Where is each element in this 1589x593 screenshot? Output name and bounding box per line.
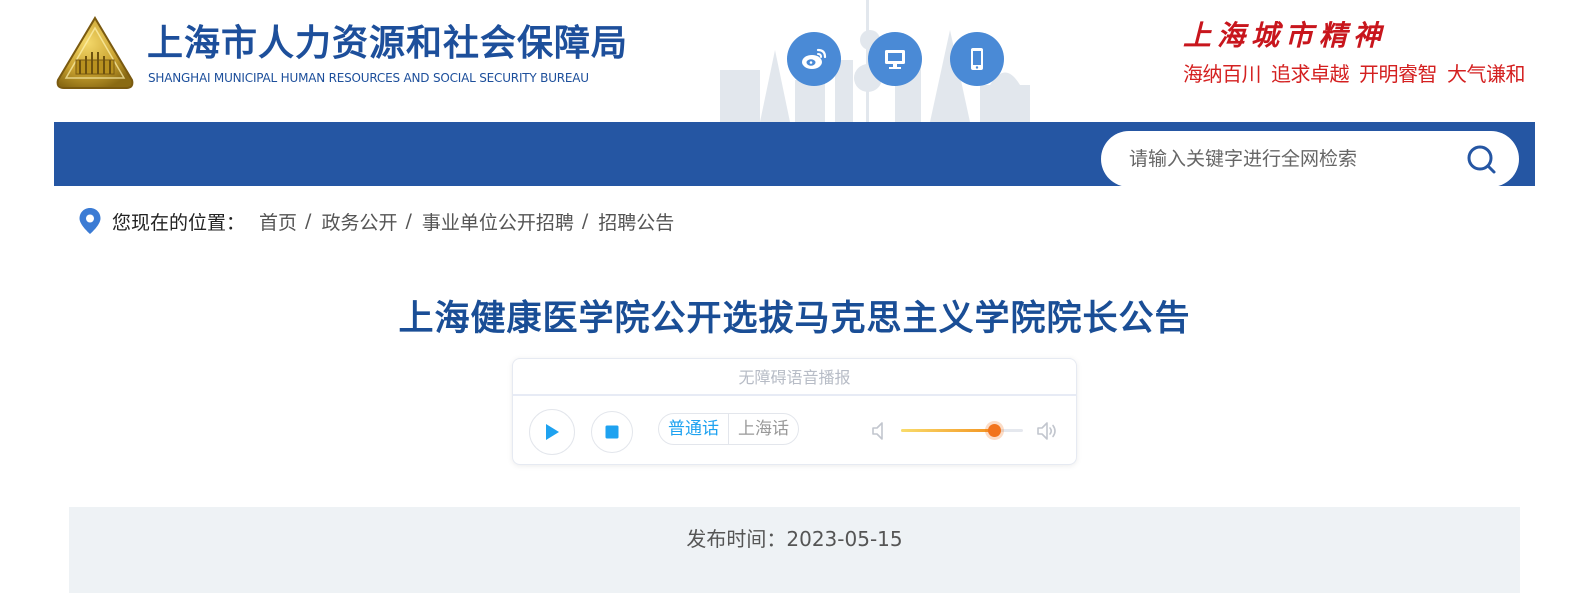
- accessibility-audio-player: 无障碍语音播报 普通话 上海话: [512, 358, 1077, 465]
- main-navbar: [54, 122, 1535, 187]
- city-spirit-phrase: 海纳百川: [1183, 62, 1262, 86]
- desktop-icon: [885, 50, 905, 69]
- mobile-icon: [971, 48, 983, 70]
- breadcrumb-separator: /: [405, 210, 412, 232]
- breadcrumb-home[interactable]: 首页: [259, 208, 297, 235]
- breadcrumb-separator: /: [305, 210, 312, 232]
- search-box: [1101, 131, 1519, 187]
- breadcrumb-recruitment-notice[interactable]: 招聘公告: [598, 208, 674, 235]
- city-spirit-phrases: 海纳百川 追求卓越 开明睿智 大气谦和: [1183, 58, 1526, 87]
- city-spirit-phrase: 大气谦和: [1447, 62, 1526, 86]
- play-button[interactable]: [529, 409, 575, 455]
- city-spirit-phrase: 追求卓越: [1271, 62, 1350, 86]
- site-header: 上海市人力资源和社会保障局 SHANGHAI MUNICIPAL HUMAN R…: [0, 0, 1589, 122]
- location-pin-icon: [79, 208, 101, 234]
- stop-icon: [605, 425, 619, 439]
- search-input[interactable]: [1129, 131, 1449, 187]
- breadcrumb-lead: 您现在的位置：: [112, 211, 246, 234]
- breadcrumb-public-recruitment[interactable]: 事业单位公开招聘: [422, 208, 574, 235]
- city-spirit-phrase: 开明睿智: [1359, 62, 1438, 86]
- bureau-emblem-icon[interactable]: [54, 16, 136, 92]
- volume-high-icon[interactable]: [1035, 419, 1059, 443]
- city-spirit-title: 上海城市精神: [1183, 19, 1388, 52]
- lang-shanghainese[interactable]: 上海话: [728, 414, 798, 444]
- search-icon[interactable]: [1465, 143, 1499, 177]
- volume-low-icon[interactable]: [869, 419, 893, 443]
- volume-slider[interactable]: [901, 424, 1023, 437]
- breadcrumb-government-affairs[interactable]: 政务公开: [321, 208, 397, 235]
- publish-date: 发布时间：2023-05-15: [686, 527, 903, 551]
- volume-fill: [901, 429, 994, 432]
- player-title: 无障碍语音播报: [513, 359, 1076, 396]
- site-name-cn[interactable]: 上海市人力资源和社会保障局: [147, 22, 628, 66]
- weibo-button[interactable]: [787, 32, 841, 86]
- site-name-en: SHANGHAI MUNICIPAL HUMAN RESOURCES AND S…: [148, 71, 589, 85]
- volume-knob[interactable]: [987, 424, 1001, 437]
- stop-button[interactable]: [591, 411, 633, 453]
- article-title: 上海健康医学院公开选拔马克思主义学院院长公告: [398, 299, 1191, 339]
- mobile-button[interactable]: [950, 32, 1004, 86]
- weibo-icon: [802, 48, 827, 69]
- breadcrumb-separator: /: [581, 210, 589, 232]
- play-icon: [546, 424, 559, 440]
- breadcrumb: 您现在的位置： 首页 / 政务公开 / 事业单位公开招聘 / 招聘公告: [78, 206, 674, 236]
- publish-info-bar: 发布时间：2023-05-15: [69, 507, 1520, 593]
- desktop-button[interactable]: [868, 32, 922, 86]
- language-selector: 普通话 上海话: [658, 413, 799, 445]
- lang-mandarin[interactable]: 普通话: [659, 414, 728, 444]
